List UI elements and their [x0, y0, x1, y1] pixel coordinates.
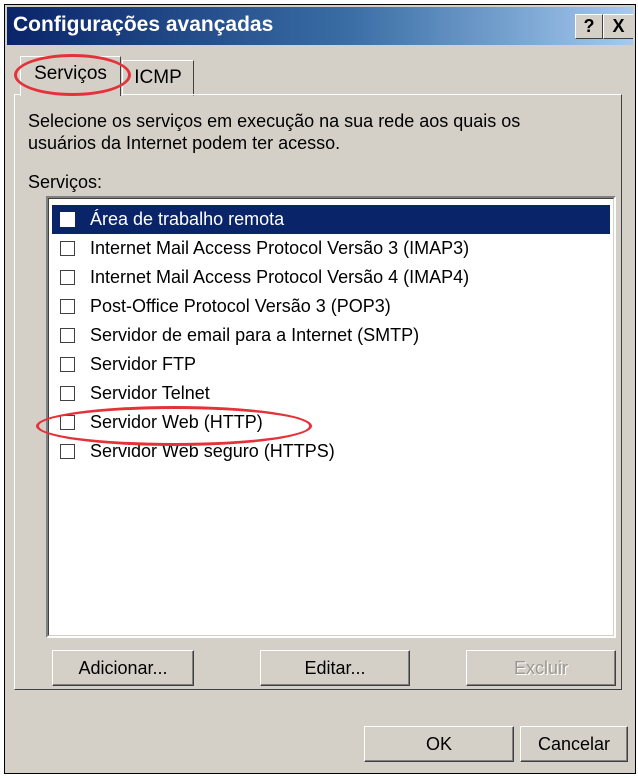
list-item[interactable]: Internet Mail Access Protocol Versão 4 (…: [52, 263, 610, 292]
checkbox[interactable]: [60, 328, 75, 343]
edit-button[interactable]: Editar...: [260, 650, 410, 686]
list-item-label: Servidor FTP: [90, 354, 197, 374]
list-item[interactable]: Área de trabalho remota: [52, 205, 610, 234]
list-item-label: Área de trabalho remota: [90, 209, 285, 229]
list-item[interactable]: Servidor de email para a Internet (SMTP): [52, 321, 610, 350]
tab-icmp[interactable]: ICMP: [122, 60, 194, 96]
list-item[interactable]: Servidor Telnet: [52, 379, 610, 408]
checkbox[interactable]: [60, 386, 75, 401]
checkbox[interactable]: [60, 357, 75, 372]
list-item[interactable]: Post-Office Protocol Versão 3 (POP3): [52, 292, 610, 321]
services-listbox[interactable]: Área de trabalho remota Internet Mail Ac…: [46, 196, 616, 638]
delete-button: Excluir: [466, 650, 616, 686]
list-item-label: Servidor Telnet: [90, 383, 210, 403]
list-item-label: Post-Office Protocol Versão 3 (POP3): [90, 296, 391, 316]
cancel-button[interactable]: Cancelar: [520, 726, 628, 762]
list-item[interactable]: Servidor FTP: [52, 350, 610, 379]
tab-servicos[interactable]: Serviços: [20, 56, 121, 96]
checkbox[interactable]: [60, 241, 75, 256]
checkbox[interactable]: [60, 299, 75, 314]
list-item[interactable]: Servidor Web seguro (HTTPS): [52, 437, 610, 466]
add-button[interactable]: Adicionar...: [52, 650, 194, 686]
list-item-label: Internet Mail Access Protocol Versão 3 (…: [90, 238, 470, 258]
checkbox[interactable]: [60, 444, 75, 459]
close-button[interactable]: X: [603, 14, 633, 39]
ok-button[interactable]: OK: [364, 726, 514, 762]
window-title: Configurações avançadas: [13, 13, 274, 36]
help-button[interactable]: ?: [575, 14, 603, 39]
services-list: Área de trabalho remota Internet Mail Ac…: [48, 198, 614, 636]
checkbox[interactable]: [60, 415, 75, 430]
list-item-label: Servidor Web (HTTP): [90, 412, 263, 432]
checkbox[interactable]: [60, 212, 75, 227]
list-item-label: Servidor de email para a Internet (SMTP): [90, 325, 420, 345]
list-item[interactable]: Servidor Web (HTTP): [52, 408, 610, 437]
title-bar[interactable]: Configurações avançadas ? X: [7, 7, 633, 45]
list-item[interactable]: Internet Mail Access Protocol Versão 3 (…: [52, 234, 610, 263]
list-item-label: Servidor Web seguro (HTTPS): [90, 441, 335, 461]
list-item-label: Internet Mail Access Protocol Versão 4 (…: [90, 267, 470, 287]
checkbox[interactable]: [60, 270, 75, 285]
